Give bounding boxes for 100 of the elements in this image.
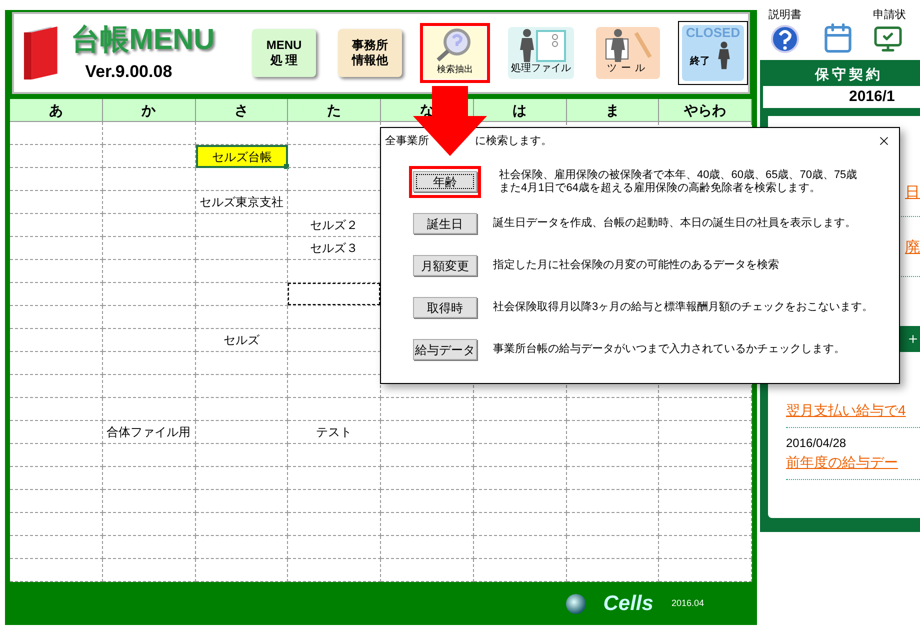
close-icon[interactable] [877, 134, 891, 148]
table-cell[interactable] [10, 329, 103, 352]
table-cell[interactable] [10, 168, 103, 191]
table-cell[interactable] [102, 306, 196, 329]
table-cell[interactable] [381, 421, 474, 444]
table-cell[interactable] [288, 536, 381, 559]
table-cell[interactable] [102, 536, 196, 559]
table-cell[interactable] [196, 490, 288, 513]
table-cell[interactable] [566, 398, 660, 421]
table-cell[interactable] [659, 467, 752, 490]
menu-button[interactable]: CLOSED 終了 [678, 21, 748, 85]
table-cell[interactable] [659, 536, 752, 559]
table-cell[interactable] [381, 467, 474, 490]
table-cell[interactable] [196, 421, 288, 444]
table-cell[interactable] [381, 536, 474, 559]
table-cell[interactable] [196, 559, 288, 582]
table-cell[interactable] [659, 444, 752, 467]
table-cell[interactable] [288, 398, 381, 421]
table-cell[interactable] [474, 398, 566, 421]
table-cell[interactable] [102, 352, 196, 375]
table-cell[interactable] [10, 490, 103, 513]
column-header[interactable]: ま [566, 99, 660, 122]
table-cell[interactable] [196, 283, 288, 306]
column-header[interactable]: は [474, 99, 566, 122]
table-cell[interactable] [10, 398, 103, 421]
table-cell[interactable] [10, 191, 103, 214]
menu-button[interactable]: 検索抽出 [420, 23, 490, 83]
table-cell[interactable] [196, 467, 288, 490]
column-header[interactable]: た [288, 99, 381, 122]
table-cell[interactable] [10, 352, 103, 375]
table-cell[interactable] [288, 467, 381, 490]
column-header[interactable]: か [102, 99, 196, 122]
table-cell[interactable] [196, 306, 288, 329]
calendar-icon[interactable] [822, 22, 854, 54]
table-cell[interactable] [196, 375, 288, 398]
search-option-button[interactable]: 取得時 [413, 297, 477, 318]
table-cell[interactable] [474, 490, 566, 513]
table-cell[interactable] [10, 260, 103, 283]
table-cell[interactable] [102, 283, 196, 306]
column-header[interactable]: やらわ [659, 99, 752, 122]
table-cell[interactable] [102, 237, 196, 260]
table-cell[interactable] [196, 237, 288, 260]
table-cell[interactable] [566, 421, 660, 444]
table-cell[interactable] [196, 444, 288, 467]
search-option-button[interactable]: 誕生日 [413, 213, 477, 234]
search-option-button[interactable]: 年齢 [413, 171, 477, 192]
table-cell[interactable] [102, 214, 196, 237]
table-cell[interactable] [381, 398, 474, 421]
table-cell[interactable] [10, 214, 103, 237]
help-icon[interactable] [770, 24, 800, 54]
table-cell[interactable] [659, 513, 752, 536]
table-cell[interactable] [10, 513, 103, 536]
table-cell[interactable] [102, 467, 196, 490]
table-cell[interactable] [10, 283, 103, 306]
table-cell[interactable] [288, 444, 381, 467]
table-cell[interactable] [10, 421, 103, 444]
table-cell[interactable] [10, 237, 103, 260]
table-cell[interactable] [102, 122, 196, 145]
search-option-button[interactable]: 給与データ [413, 339, 477, 360]
table-cell[interactable] [381, 559, 474, 582]
table-cell[interactable] [288, 490, 381, 513]
table-cell[interactable] [474, 536, 566, 559]
table-cell[interactable] [196, 168, 288, 191]
table-cell[interactable] [659, 559, 752, 582]
table-cell[interactable] [10, 444, 103, 467]
table-cell[interactable]: テスト [288, 421, 381, 444]
table-cell[interactable] [196, 536, 288, 559]
table-cell[interactable] [102, 260, 196, 283]
monitor-pen-icon[interactable] [873, 24, 903, 54]
table-cell[interactable] [102, 513, 196, 536]
table-cell[interactable] [10, 536, 103, 559]
table-cell[interactable] [10, 306, 103, 329]
table-cell[interactable] [474, 421, 566, 444]
table-cell[interactable] [381, 513, 474, 536]
table-cell[interactable] [474, 444, 566, 467]
table-cell[interactable] [10, 122, 103, 145]
table-cell[interactable] [102, 559, 196, 582]
table-cell[interactable] [381, 444, 474, 467]
table-cell[interactable] [102, 168, 196, 191]
table-cell[interactable] [102, 329, 196, 352]
table-cell[interactable] [474, 513, 566, 536]
column-header[interactable]: さ [196, 99, 288, 122]
table-cell[interactable] [566, 467, 660, 490]
table-cell[interactable] [102, 490, 196, 513]
table-cell[interactable] [102, 375, 196, 398]
table-cell[interactable] [566, 490, 660, 513]
table-cell[interactable] [196, 398, 288, 421]
table-cell[interactable] [10, 375, 103, 398]
table-cell[interactable] [196, 352, 288, 375]
table-cell[interactable] [102, 191, 196, 214]
table-cell[interactable]: セルズ [196, 329, 288, 352]
table-cell[interactable] [381, 490, 474, 513]
search-option-button[interactable]: 月額変更 [413, 255, 477, 276]
table-cell[interactable] [566, 559, 660, 582]
table-cell[interactable] [566, 444, 660, 467]
table-cell[interactable] [659, 398, 752, 421]
table-cell[interactable] [196, 260, 288, 283]
plus-icon[interactable] [907, 333, 919, 345]
table-cell[interactable] [566, 536, 660, 559]
table-cell[interactable] [474, 559, 566, 582]
